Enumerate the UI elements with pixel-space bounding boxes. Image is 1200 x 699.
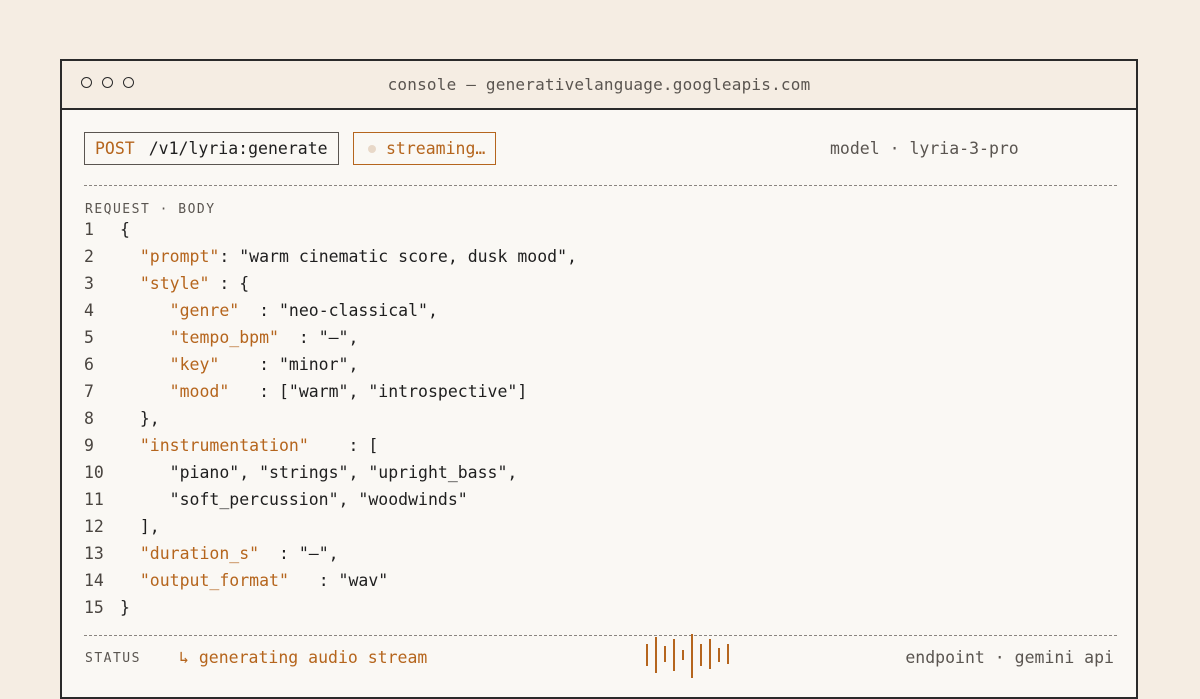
- line-number: 11: [84, 490, 104, 509]
- code-line: 7 "mood" : ["warm", "introspective"]: [84, 378, 577, 405]
- line-number: 7: [84, 382, 94, 401]
- code-line: 4 "genre" : "neo-classical",: [84, 297, 577, 324]
- json-value: "soft_percussion", "woodwinds": [169, 490, 468, 509]
- json-value: : ["warm", "introspective"]: [229, 382, 528, 401]
- code-line: 2 "prompt": "warm cinematic score, dusk …: [84, 243, 577, 270]
- line-number: 5: [84, 328, 94, 347]
- line-number: 1: [84, 220, 94, 239]
- json-key: "prompt": [139, 247, 220, 266]
- json-value: }: [120, 598, 130, 617]
- divider-bottom: [84, 635, 1117, 636]
- code-line: 6 "key" : "minor",: [84, 351, 577, 378]
- streaming-badge: streaming…: [353, 132, 497, 165]
- line-number: 15: [84, 598, 104, 617]
- line-number: 14: [84, 571, 104, 590]
- json-key: "genre": [169, 301, 240, 320]
- json-value: : "minor",: [219, 355, 359, 374]
- line-number: 8: [84, 409, 94, 428]
- code-line: 15}: [84, 594, 577, 621]
- divider-top: [84, 185, 1117, 186]
- line-number: 9: [84, 436, 94, 455]
- line-number: 12: [84, 517, 104, 536]
- line-number: 13: [84, 544, 104, 563]
- json-value: : "wav": [288, 571, 389, 590]
- title-bar: console — generativelanguage.googleapis.…: [62, 61, 1136, 110]
- json-value: "piano", "strings", "upright_bass",: [169, 463, 518, 482]
- json-value: : "—",: [278, 328, 359, 347]
- audio-waveform-icon: [644, 634, 734, 679]
- streaming-label: streaming…: [386, 139, 486, 158]
- line-number: 10: [84, 463, 104, 482]
- code-line: 14 "output_format" : "wav": [84, 567, 577, 594]
- json-value: : [: [308, 436, 379, 455]
- status-label: STATUS: [85, 651, 141, 666]
- code-line: 12 ],: [84, 513, 577, 540]
- console-window: console — generativelanguage.googleapis.…: [60, 59, 1138, 699]
- line-number: 3: [84, 274, 94, 293]
- code-line: 5 "tempo_bpm" : "—",: [84, 324, 577, 351]
- code-line: 3 "style" : {: [84, 270, 577, 297]
- request-body-code[interactable]: 1{2 "prompt": "warm cinematic score, dus…: [84, 216, 577, 621]
- code-line: 10 "piano", "strings", "upright_bass",: [84, 459, 577, 486]
- model-label: model · lyria-3-pro: [830, 139, 1019, 158]
- json-value: ],: [139, 517, 160, 536]
- json-key: "instrumentation": [139, 436, 309, 455]
- code-line: 13 "duration_s" : "—",: [84, 540, 577, 567]
- json-key: "duration_s": [139, 544, 260, 563]
- http-method: POST: [95, 139, 135, 158]
- endpoint-label: endpoint · gemini api: [905, 648, 1114, 667]
- json-key: "style": [139, 274, 210, 293]
- request-path: /v1/lyria:generate: [148, 139, 328, 158]
- line-number: 2: [84, 247, 94, 266]
- line-number: 6: [84, 355, 94, 374]
- line-number: 4: [84, 301, 94, 320]
- code-line: 11 "soft_percussion", "woodwinds": [84, 486, 577, 513]
- json-key: "key": [169, 355, 220, 374]
- json-key: "tempo_bpm": [169, 328, 279, 347]
- json-value: : "warm cinematic score, dusk mood",: [219, 247, 577, 266]
- json-value: },: [139, 409, 160, 428]
- request-body-label: REQUEST · BODY: [85, 202, 216, 217]
- window-title: console — generativelanguage.googleapis.…: [387, 75, 811, 94]
- json-key: "output_format": [139, 571, 289, 590]
- json-value: : "—",: [259, 544, 339, 563]
- code-line: 8 },: [84, 405, 577, 432]
- json-value: : "neo-classical",: [239, 301, 438, 320]
- status-dot-icon: [368, 144, 376, 153]
- code-line: 9 "instrumentation" : [: [84, 432, 577, 459]
- json-value: {: [120, 220, 130, 239]
- endpoint-box: POST /v1/lyria:generate: [84, 132, 339, 165]
- json-key: "mood": [169, 382, 230, 401]
- json-value: : {: [209, 274, 250, 293]
- status-text: ↳ generating audio stream: [179, 648, 428, 667]
- code-line: 1{: [84, 216, 577, 243]
